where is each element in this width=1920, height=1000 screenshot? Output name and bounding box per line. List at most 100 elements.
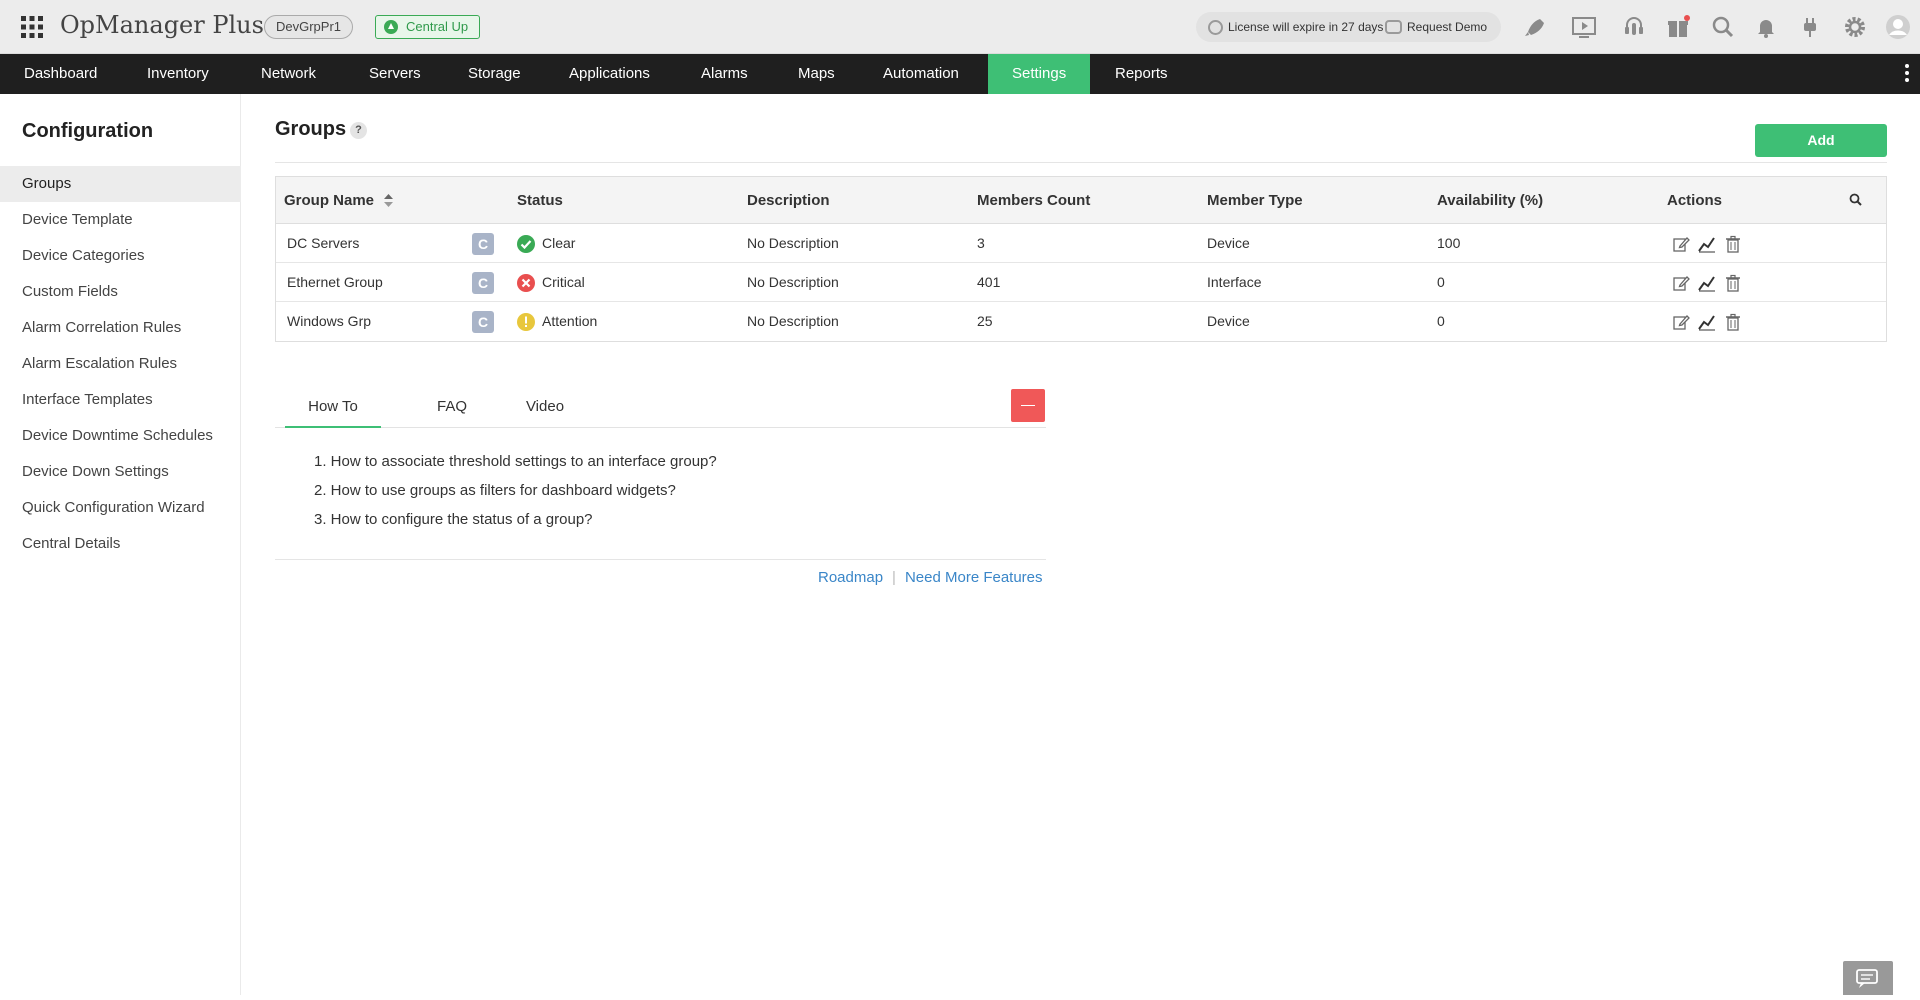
nav-alarms[interactable]: Alarms	[677, 54, 772, 94]
top-bar: OpManager Plus DevGrpPr1 Central Up Lice…	[0, 0, 1920, 54]
gear-icon[interactable]	[1841, 13, 1869, 41]
support-headset-icon[interactable]	[1620, 13, 1648, 41]
search-icon[interactable]	[1709, 13, 1737, 41]
sidebar-item-alarm-escalation-rules[interactable]: Alarm Escalation Rules	[0, 346, 241, 382]
central-badge[interactable]: C	[472, 233, 494, 255]
plug-icon[interactable]	[1796, 13, 1824, 41]
group-selector[interactable]: DevGrpPr1	[264, 15, 354, 39]
performance-chart-icon[interactable]	[1698, 235, 1716, 253]
nav-settings[interactable]: Settings	[988, 54, 1091, 94]
member-type-cell: Device	[1207, 235, 1250, 251]
nav-reports[interactable]: Reports	[1091, 54, 1192, 94]
page-title: Groups	[275, 118, 347, 140]
arrow-up-icon	[384, 20, 398, 34]
nav-applications[interactable]: Applications	[545, 54, 674, 94]
add-group-button[interactable]: Add	[1755, 124, 1887, 157]
group-name-cell[interactable]: Ethernet Group	[287, 263, 383, 302]
col-group-name[interactable]: Group Name	[284, 177, 394, 224]
description-cell: No Description	[747, 313, 839, 329]
central-status-badge[interactable]: Central Up	[375, 15, 481, 39]
sidebar-item-interface-templates[interactable]: Interface Templates	[0, 382, 241, 418]
sidebar-item-quick-configuration-wizard[interactable]: Quick Configuration Wizard	[0, 490, 241, 526]
sidebar-item-device-downtime-schedules[interactable]: Device Downtime Schedules	[0, 418, 241, 454]
critical-status-icon	[517, 274, 535, 292]
table-row[interactable]: Ethernet Group C Critical No Description…	[276, 263, 1886, 302]
delete-icon[interactable]	[1724, 274, 1742, 292]
tab-faq[interactable]: FAQ	[412, 386, 492, 428]
delete-icon[interactable]	[1724, 313, 1742, 331]
sidebar-item-device-categories[interactable]: Device Categories	[0, 238, 241, 274]
sidebar-item-device-template[interactable]: Device Template	[0, 202, 241, 238]
edit-icon[interactable]	[1672, 235, 1690, 253]
license-banner: License will expire in 27 days Request D…	[1196, 12, 1501, 42]
sidebar-item-groups[interactable]: Groups	[0, 166, 241, 202]
sidebar-item-custom-fields[interactable]: Custom Fields	[0, 274, 241, 310]
nav-dashboard[interactable]: Dashboard	[0, 54, 121, 94]
availability-cell: 0	[1437, 313, 1445, 329]
title-divider	[275, 162, 1887, 163]
license-icon	[1208, 20, 1223, 35]
member-type-cell: Device	[1207, 313, 1250, 329]
table-search-icon[interactable]	[1848, 192, 1864, 208]
group-name-cell[interactable]: DC Servers	[287, 224, 359, 263]
bell-icon[interactable]	[1752, 13, 1780, 41]
table-header: Group Name Status Description Members Co…	[276, 177, 1886, 224]
col-group-name-label: Group Name	[284, 192, 375, 209]
app-title: OpManager Plus	[60, 11, 264, 39]
video-tutorial-icon[interactable]	[1570, 13, 1598, 41]
table-row[interactable]: Windows Grp C Attention No Description 2…	[276, 302, 1886, 341]
members-count-cell: 25	[977, 313, 993, 329]
how-to-item[interactable]: 3. How to configure the status of a grou…	[314, 505, 717, 534]
nav-storage[interactable]: Storage	[444, 54, 545, 94]
chat-icon[interactable]	[1843, 961, 1893, 995]
description-cell: No Description	[747, 274, 839, 290]
tab-video[interactable]: Video	[505, 386, 585, 428]
gift-icon[interactable]	[1664, 13, 1692, 41]
sort-icon[interactable]	[384, 193, 394, 207]
nav-automation[interactable]: Automation	[859, 54, 983, 94]
how-to-item[interactable]: 1. How to associate threshold settings t…	[314, 447, 717, 476]
nav-inventory[interactable]: Inventory	[123, 54, 233, 94]
help-footer-divider	[275, 559, 1046, 560]
edit-icon[interactable]	[1672, 274, 1690, 292]
need-more-features-link[interactable]: Need More Features	[905, 569, 1043, 586]
more-menu-icon[interactable]	[1904, 64, 1910, 84]
roadmap-link[interactable]: Roadmap	[818, 569, 883, 586]
groups-table: Group Name Status Description Members Co…	[275, 176, 1887, 342]
description-cell: No Description	[747, 235, 839, 251]
edit-icon[interactable]	[1672, 313, 1690, 331]
tab-how-to[interactable]: How To	[285, 386, 381, 428]
nav-servers[interactable]: Servers	[345, 54, 445, 94]
rocket-icon[interactable]	[1520, 13, 1548, 41]
attention-status-icon	[517, 313, 535, 331]
central-badge[interactable]: C	[472, 311, 494, 333]
nav-maps[interactable]: Maps	[774, 54, 859, 94]
table-row[interactable]: DC Servers C Clear No Description 3 Devi…	[276, 224, 1886, 263]
sidebar-item-alarm-correlation-rules[interactable]: Alarm Correlation Rules	[0, 310, 241, 346]
link-separator: |	[892, 569, 896, 586]
central-badge[interactable]: C	[472, 272, 494, 294]
request-demo-link[interactable]: Request Demo	[1407, 20, 1487, 34]
availability-cell: 100	[1437, 235, 1461, 251]
help-icon[interactable]: ?	[350, 122, 367, 139]
collapse-panel-button[interactable]	[1011, 389, 1045, 422]
performance-chart-icon[interactable]	[1698, 313, 1716, 331]
app-grid-icon[interactable]	[21, 16, 43, 38]
help-tabs: How To FAQ Video	[275, 386, 1046, 428]
performance-chart-icon[interactable]	[1698, 274, 1716, 292]
col-members-count: Members Count	[977, 192, 1091, 209]
col-availability: Availability (%)	[1437, 192, 1544, 209]
col-actions: Actions	[1667, 192, 1723, 209]
delete-icon[interactable]	[1724, 235, 1742, 253]
nav-network[interactable]: Network	[237, 54, 340, 94]
members-count-cell: 401	[977, 274, 1001, 290]
license-text[interactable]: License will expire in 27 days	[1228, 20, 1383, 34]
how-to-item[interactable]: 2. How to use groups as filters for dash…	[314, 476, 717, 505]
member-type-cell: Interface	[1207, 274, 1262, 290]
group-name-cell[interactable]: Windows Grp	[287, 302, 371, 341]
sidebar-item-device-down-settings[interactable]: Device Down Settings	[0, 454, 241, 490]
sidebar-title: Configuration	[22, 120, 154, 142]
sidebar-item-central-details[interactable]: Central Details	[0, 526, 241, 562]
user-avatar-icon[interactable]	[1884, 13, 1912, 41]
help-footer-links: Roadmap | Need More Features	[818, 569, 1043, 586]
